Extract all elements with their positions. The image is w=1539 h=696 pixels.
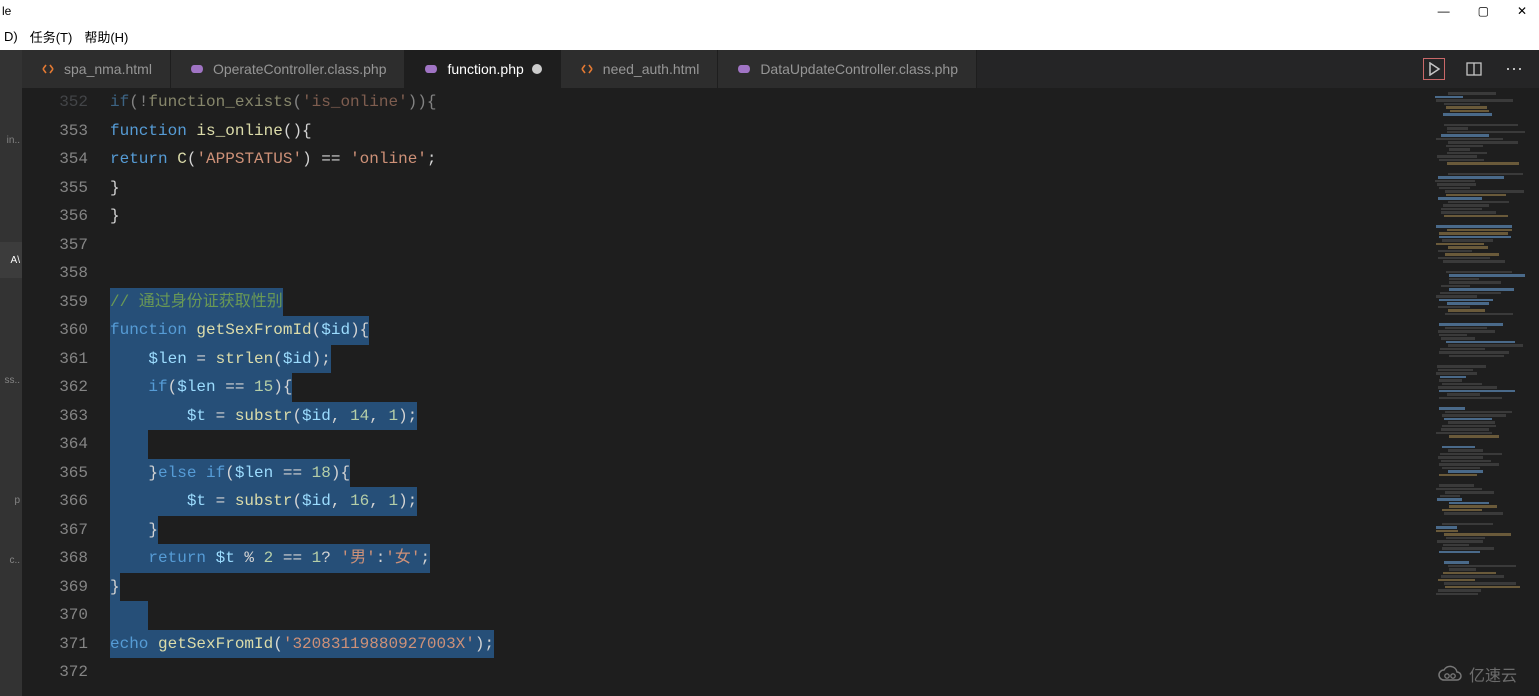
activity-item[interactable]: [0, 62, 22, 98]
php-file-icon: [423, 61, 439, 77]
line-number: 370: [22, 601, 88, 630]
line-number: 357: [22, 231, 88, 260]
line-number: 368: [22, 544, 88, 573]
tab-label: function.php: [447, 61, 523, 77]
code-line[interactable]: [110, 658, 1429, 687]
line-number: 354: [22, 145, 88, 174]
watermark-text: 亿速云: [1469, 662, 1517, 686]
line-number: 366: [22, 487, 88, 516]
activity-item[interactable]: [0, 182, 22, 218]
code-line[interactable]: }: [110, 516, 1429, 545]
titlebar: le — ▢ ✕: [0, 0, 1539, 22]
activity-item[interactable]: [0, 422, 22, 458]
more-actions-button[interactable]: ⋯: [1503, 58, 1525, 80]
line-number: 361: [22, 345, 88, 374]
html-file-icon: [579, 61, 595, 77]
tab-function-php[interactable]: function.php: [405, 50, 560, 88]
tab-need-auth-html[interactable]: need_auth.html: [561, 50, 719, 88]
play-icon: [1427, 62, 1441, 76]
code-line[interactable]: return C('APPSTATUS') == 'online';: [110, 145, 1429, 174]
activity-item[interactable]: [0, 302, 22, 338]
cloud-icon: [1437, 665, 1463, 683]
code-line[interactable]: if(!function_exists('is_online')){: [110, 88, 1429, 117]
line-number: 371: [22, 630, 88, 659]
tab-label: OperateController.class.php: [213, 61, 387, 77]
menu-item-tasks[interactable]: 任务(T): [30, 27, 73, 46]
line-number: 360: [22, 316, 88, 345]
line-number: 353: [22, 117, 88, 146]
code-line[interactable]: if($len == 15){: [110, 373, 1429, 402]
tab-operatecontroller-class-php[interactable]: OperateController.class.php: [171, 50, 406, 88]
menu-item-help[interactable]: 帮助(H): [84, 27, 128, 46]
code-line[interactable]: $t = substr($id, 16, 1);: [110, 487, 1429, 516]
window-maximize[interactable]: ▢: [1478, 4, 1489, 18]
php-file-icon: [736, 61, 752, 77]
activity-item[interactable]: A\: [0, 242, 22, 278]
editor-content[interactable]: 3523533543553563573583593603613623633643…: [22, 88, 1539, 696]
split-icon: [1466, 61, 1482, 77]
run-button[interactable]: [1423, 58, 1445, 80]
code-line[interactable]: $len = strlen($id);: [110, 345, 1429, 374]
line-number: 369: [22, 573, 88, 602]
code-line[interactable]: }: [110, 202, 1429, 231]
activity-bar: in.. A\ ss.. p c..: [0, 50, 22, 696]
code-line[interactable]: [110, 231, 1429, 260]
line-number: 358: [22, 259, 88, 288]
line-numbers-gutter: 3523533543553563573583593603613623633643…: [22, 88, 110, 696]
line-number: 359: [22, 288, 88, 317]
activity-item[interactable]: ss..: [0, 362, 22, 398]
minimap[interactable]: [1429, 88, 1539, 696]
code-line[interactable]: [110, 259, 1429, 288]
line-number: 363: [22, 402, 88, 431]
code-line[interactable]: echo getSexFromId('32083119880927003X');: [110, 630, 1429, 659]
line-number: 355: [22, 174, 88, 203]
code-line[interactable]: [110, 601, 1429, 630]
line-number: 352: [22, 88, 88, 117]
line-number: 365: [22, 459, 88, 488]
html-file-icon: [40, 61, 56, 77]
dirty-indicator: [532, 64, 542, 74]
code-line[interactable]: }: [110, 174, 1429, 203]
menu-item[interactable]: D): [4, 29, 18, 44]
activity-item[interactable]: p: [0, 482, 22, 518]
code-area[interactable]: if(!function_exists('is_online')){ funct…: [110, 88, 1429, 696]
split-editor-button[interactable]: [1463, 58, 1485, 80]
code-line[interactable]: $t = substr($id, 14, 1);: [110, 402, 1429, 431]
activity-item[interactable]: in..: [0, 122, 22, 158]
window-minimize[interactable]: —: [1438, 4, 1450, 18]
tab-spa-nma-html[interactable]: spa_nma.html: [22, 50, 171, 88]
line-number: 364: [22, 430, 88, 459]
code-line[interactable]: return $t % 2 == 1? '男':'女';: [110, 544, 1429, 573]
watermark: 亿速云: [1437, 662, 1517, 686]
menubar: D) 任务(T) 帮助(H): [0, 22, 1539, 50]
title-fragment: le: [2, 4, 1438, 18]
code-line[interactable]: }else if($len == 18){: [110, 459, 1429, 488]
code-line[interactable]: function getSexFromId($id){: [110, 316, 1429, 345]
line-number: 367: [22, 516, 88, 545]
line-number: 362: [22, 373, 88, 402]
tab-label: DataUpdateController.class.php: [760, 61, 958, 77]
code-line[interactable]: }: [110, 573, 1429, 602]
tab-dataupdatecontroller-class-php[interactable]: DataUpdateController.class.php: [718, 50, 977, 88]
window-close[interactable]: ✕: [1517, 4, 1527, 18]
line-number: 372: [22, 658, 88, 687]
line-number: 356: [22, 202, 88, 231]
activity-item[interactable]: c..: [0, 542, 22, 578]
code-line[interactable]: [110, 430, 1429, 459]
tabs-bar: spa_nma.html OperateController.class.php f…: [22, 50, 1539, 88]
code-line[interactable]: function is_online(){: [110, 117, 1429, 146]
tab-label: spa_nma.html: [64, 61, 152, 77]
tab-label: need_auth.html: [603, 61, 700, 77]
php-file-icon: [189, 61, 205, 77]
code-line[interactable]: // 通过身份证获取性别: [110, 288, 1429, 317]
